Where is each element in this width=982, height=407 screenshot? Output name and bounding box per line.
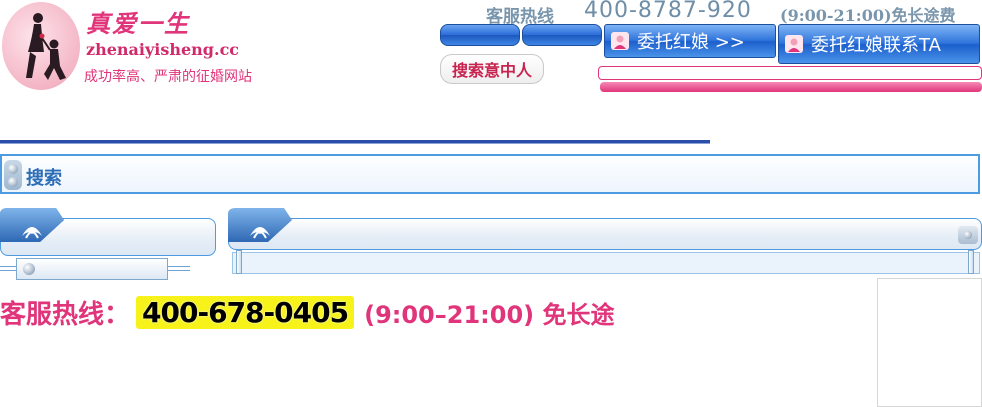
hotline-banner: 客服热线： 400-678-0405 (9:00–21:00) 免长途 (0, 290, 614, 334)
search-panel: 搜索 (0, 154, 980, 194)
hotline-banner-hours: (9:00–21:00) 免长途 (364, 300, 615, 329)
search-mate-button[interactable]: 搜索意中人 (440, 54, 544, 84)
person-icon (611, 32, 629, 50)
person-icon (785, 35, 803, 53)
hotline-banner-number: 400-678-0405 (136, 295, 355, 329)
site-domain: zhenaiyisheng.cc (86, 40, 240, 59)
knob-icon (8, 164, 18, 174)
knob-icon (8, 177, 18, 187)
top-hotline-number: 400-8787-920 (584, 0, 752, 23)
left-panel-subheader (16, 258, 168, 280)
entrust-contact-label: 委托红娘联系TA (811, 35, 941, 56)
panel-post (968, 250, 974, 274)
proposal-silhouette-icon (26, 13, 66, 80)
panel-knob-icon (958, 226, 978, 244)
nav-divider (0, 140, 710, 144)
search-panel-title: 搜索 (26, 168, 62, 189)
knob-icon (23, 263, 35, 275)
top-hotline-hours: (9:00-21:00)免长途费 (780, 6, 956, 25)
entrust-matchmaker-label: 委托红娘 >> (637, 32, 745, 53)
hotline-banner-label: 客服热线： (0, 299, 131, 330)
pink-input-bar[interactable] (598, 66, 982, 80)
nav-pill-button-2[interactable] (522, 24, 602, 46)
nav-pill-button-1[interactable] (440, 24, 520, 46)
lotus-tab-icon (228, 208, 292, 242)
page: 真爱一生 zhenaiyisheng.cc 成功率高、严肃的征婚网站 客服热线 … (0, 0, 982, 407)
side-ad-box (877, 278, 982, 407)
entrust-contact-button[interactable]: 委托红娘联系TA (778, 24, 980, 64)
right-panel-body (232, 252, 980, 274)
logo-emblem[interactable] (2, 2, 80, 90)
site-slogan: 成功率高、严肃的征婚网站 (84, 69, 252, 85)
entrust-matchmaker-button[interactable]: 委托红娘 >> (604, 24, 776, 58)
panel-knobs-icon (4, 160, 22, 190)
lotus-tab-icon (0, 208, 64, 242)
pink-decor-bar (600, 82, 982, 92)
panel-post (236, 250, 242, 274)
right-panel-header (228, 218, 982, 250)
site-logo-title[interactable]: 真爱一生 (86, 4, 190, 39)
